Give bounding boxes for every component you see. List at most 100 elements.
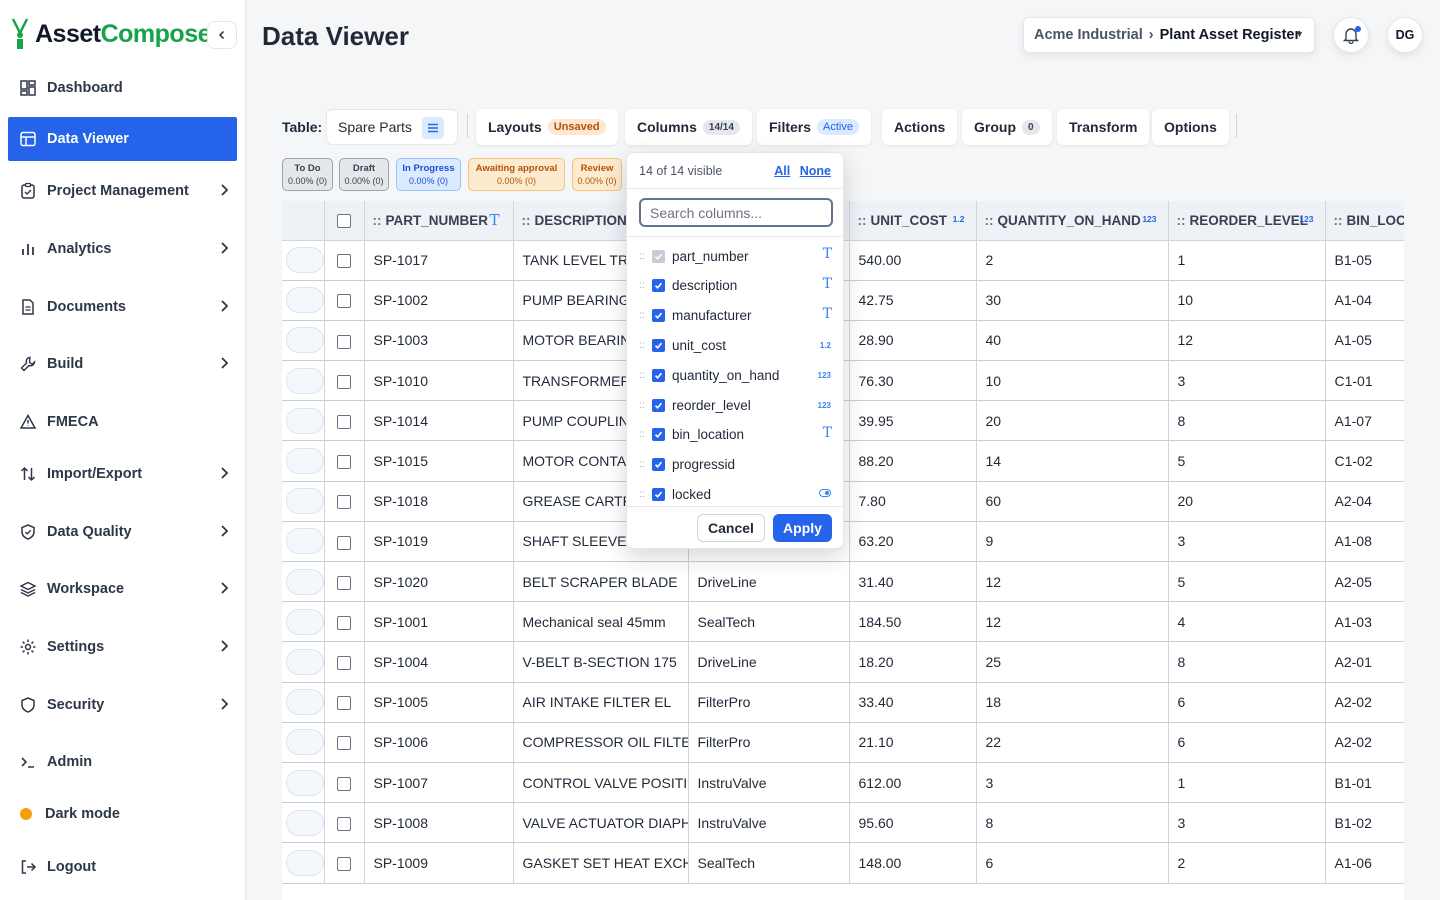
table-cell[interactable]: 3 <box>976 762 1169 804</box>
table-cell[interactable]: 33.40 <box>849 682 977 723</box>
status-chip-to-do[interactable]: To Do 0.00% (0) <box>282 158 333 191</box>
table-cell[interactable]: 10 <box>1168 280 1326 321</box>
row-checkbox[interactable] <box>336 374 351 389</box>
table-cell[interactable]: SP-1020 <box>364 561 514 603</box>
table-cell[interactable]: 21.10 <box>849 722 977 763</box>
column-toggle-quantity-on-hand[interactable]: :: quantity_on_hand 123 <box>639 364 833 386</box>
table-cell[interactable]: A2-04 <box>1325 481 1404 522</box>
table-cell[interactable]: SP-1019 <box>364 521 514 563</box>
table-cell[interactable]: VALVE ACTUATOR DIAPH <box>513 802 689 844</box>
table-cell[interactable]: 12 <box>976 561 1169 603</box>
drag-handle-icon[interactable]: :: <box>639 459 649 470</box>
table-cell[interactable]: 20 <box>976 400 1169 442</box>
table-row[interactable]: SP-1020 BELT SCRAPER BLADE DriveLine 31.40 1… <box>282 561 1404 603</box>
drag-handle-icon[interactable]: :: <box>373 213 382 228</box>
cancel-button[interactable]: Cancel <box>697 514 765 542</box>
table-cell[interactable]: SP-1009 <box>364 842 514 884</box>
drag-handle-icon[interactable]: :: <box>639 340 649 351</box>
table-cell[interactable]: A2-02 <box>1325 722 1404 763</box>
filters-button[interactable]: Filters Active <box>757 109 871 145</box>
drag-handle-icon[interactable]: :: <box>639 400 649 411</box>
drag-handle-icon[interactable]: :: <box>639 280 649 291</box>
table-cell[interactable]: A1-06 <box>1325 842 1404 884</box>
menu-icon[interactable] <box>422 117 444 139</box>
progress-pill[interactable] <box>286 407 323 434</box>
progress-pill[interactable] <box>286 809 323 836</box>
row-checkbox[interactable] <box>336 294 351 309</box>
table-cell[interactable]: 42.75 <box>849 280 977 321</box>
row-checkbox[interactable] <box>336 254 351 269</box>
table-cell[interactable]: SP-1008 <box>364 802 514 844</box>
table-cell[interactable]: GASKET SET HEAT EXCH <box>513 842 689 884</box>
drag-handle-icon[interactable]: :: <box>639 251 649 262</box>
table-cell[interactable]: SP-1001 <box>364 601 514 643</box>
table-cell[interactable]: SP-1003 <box>364 320 514 362</box>
row-checkbox[interactable] <box>336 495 351 510</box>
table-cell[interactable]: SealTech <box>688 842 850 884</box>
column-visible-checkbox[interactable] <box>652 368 665 382</box>
table-cell[interactable]: 5 <box>1168 561 1326 603</box>
column-visible-checkbox[interactable] <box>652 279 665 293</box>
status-chip-awaiting-approval[interactable]: Awaiting approval 0.00% (0) <box>468 158 565 191</box>
sidebar-item-build[interactable]: Build <box>8 342 237 386</box>
options-button[interactable]: Options <box>1152 109 1229 145</box>
progress-pill[interactable] <box>286 648 323 675</box>
table-cell[interactable]: V-BELT B-SECTION 175 <box>513 641 689 683</box>
progress-pill[interactable] <box>286 287 323 314</box>
table-cell[interactable]: A1-05 <box>1325 320 1404 362</box>
status-chip-draft[interactable]: Draft 0.00% (0) <box>339 158 389 191</box>
table-cell[interactable]: 3 <box>1168 521 1326 563</box>
sidebar-item-security[interactable]: Security <box>8 683 237 727</box>
table-cell[interactable]: DriveLine <box>688 561 850 603</box>
table-cell[interactable]: 8 <box>976 802 1169 844</box>
column-toggle-description[interactable]: :: description T <box>639 275 833 297</box>
table-cell[interactable]: A1-03 <box>1325 601 1404 643</box>
sidebar-item-workspace[interactable]: Workspace <box>8 567 237 611</box>
progress-pill[interactable] <box>286 769 323 796</box>
progress-pill[interactable] <box>286 488 323 515</box>
table-cell[interactable]: 25 <box>976 641 1169 683</box>
table-cell[interactable]: FilterPro <box>688 722 850 763</box>
table-cell[interactable]: 2 <box>976 240 1169 281</box>
column-toggle-part-number[interactable]: :: part_number T <box>639 245 833 267</box>
table-cell[interactable]: SP-1015 <box>364 440 514 482</box>
table-cell[interactable]: 4 <box>1168 601 1326 643</box>
drag-handle-icon[interactable]: :: <box>1177 213 1186 228</box>
table-cell[interactable]: 88.20 <box>849 440 977 482</box>
brand-logo[interactable]: AssetCompose <box>10 16 212 52</box>
group-button[interactable]: Group 0 <box>962 109 1052 145</box>
table-cell[interactable]: 22 <box>976 722 1169 763</box>
sidebar-item-dashboard[interactable]: Dashboard <box>8 66 237 110</box>
table-cell[interactable]: 8 <box>1168 641 1326 683</box>
table-cell[interactable]: A1-08 <box>1325 521 1404 563</box>
table-cell[interactable]: 3 <box>1168 360 1326 402</box>
actions-button[interactable]: Actions <box>882 109 958 145</box>
table-row[interactable]: SP-1005 AIR INTAKE FILTER EL FilterPro 33.4… <box>282 682 1404 723</box>
table-cell[interactable]: SealTech <box>688 601 850 643</box>
table-cell[interactable]: 7.80 <box>849 481 977 522</box>
table-cell[interactable]: 3 <box>1168 802 1326 844</box>
sidebar-item-documents[interactable]: Documents <box>8 285 237 329</box>
progress-pill[interactable] <box>286 448 323 475</box>
progress-pill[interactable] <box>286 729 323 756</box>
table-row[interactable]: SP-1008 VALVE ACTUATOR DIAPH InstruValve 95… <box>282 802 1404 844</box>
workspace-breadcrumb-dropdown[interactable]: Acme Industrial › Plant Asset Register ▼ <box>1023 17 1315 53</box>
table-cell[interactable]: 20 <box>1168 481 1326 522</box>
sidebar-item-project-management[interactable]: Project Management <box>8 169 237 213</box>
table-cell[interactable]: C1-01 <box>1325 360 1404 402</box>
table-cell[interactable]: 1 <box>1168 240 1326 281</box>
table-cell[interactable]: B1-01 <box>1325 762 1404 804</box>
sidebar-item-analytics[interactable]: Analytics <box>8 227 237 271</box>
select-none-link[interactable]: None <box>800 164 831 178</box>
table-cell[interactable]: SP-1002 <box>364 280 514 321</box>
sidebar-item-fmeca[interactable]: FMECA <box>8 400 237 444</box>
table-cell[interactable]: 6 <box>976 842 1169 884</box>
table-cell[interactable]: BELT SCRAPER BLADE <box>513 561 689 603</box>
column-header-part-number[interactable]: :: PART_NUMBER T <box>364 201 514 241</box>
table-cell[interactable]: A1-04 <box>1325 280 1404 321</box>
table-cell[interactable]: SP-1018 <box>364 481 514 522</box>
table-cell[interactable]: 60 <box>976 481 1169 522</box>
table-cell[interactable]: SP-1010 <box>364 360 514 402</box>
progress-pill[interactable] <box>286 608 323 635</box>
notifications-button[interactable] <box>1333 17 1369 53</box>
